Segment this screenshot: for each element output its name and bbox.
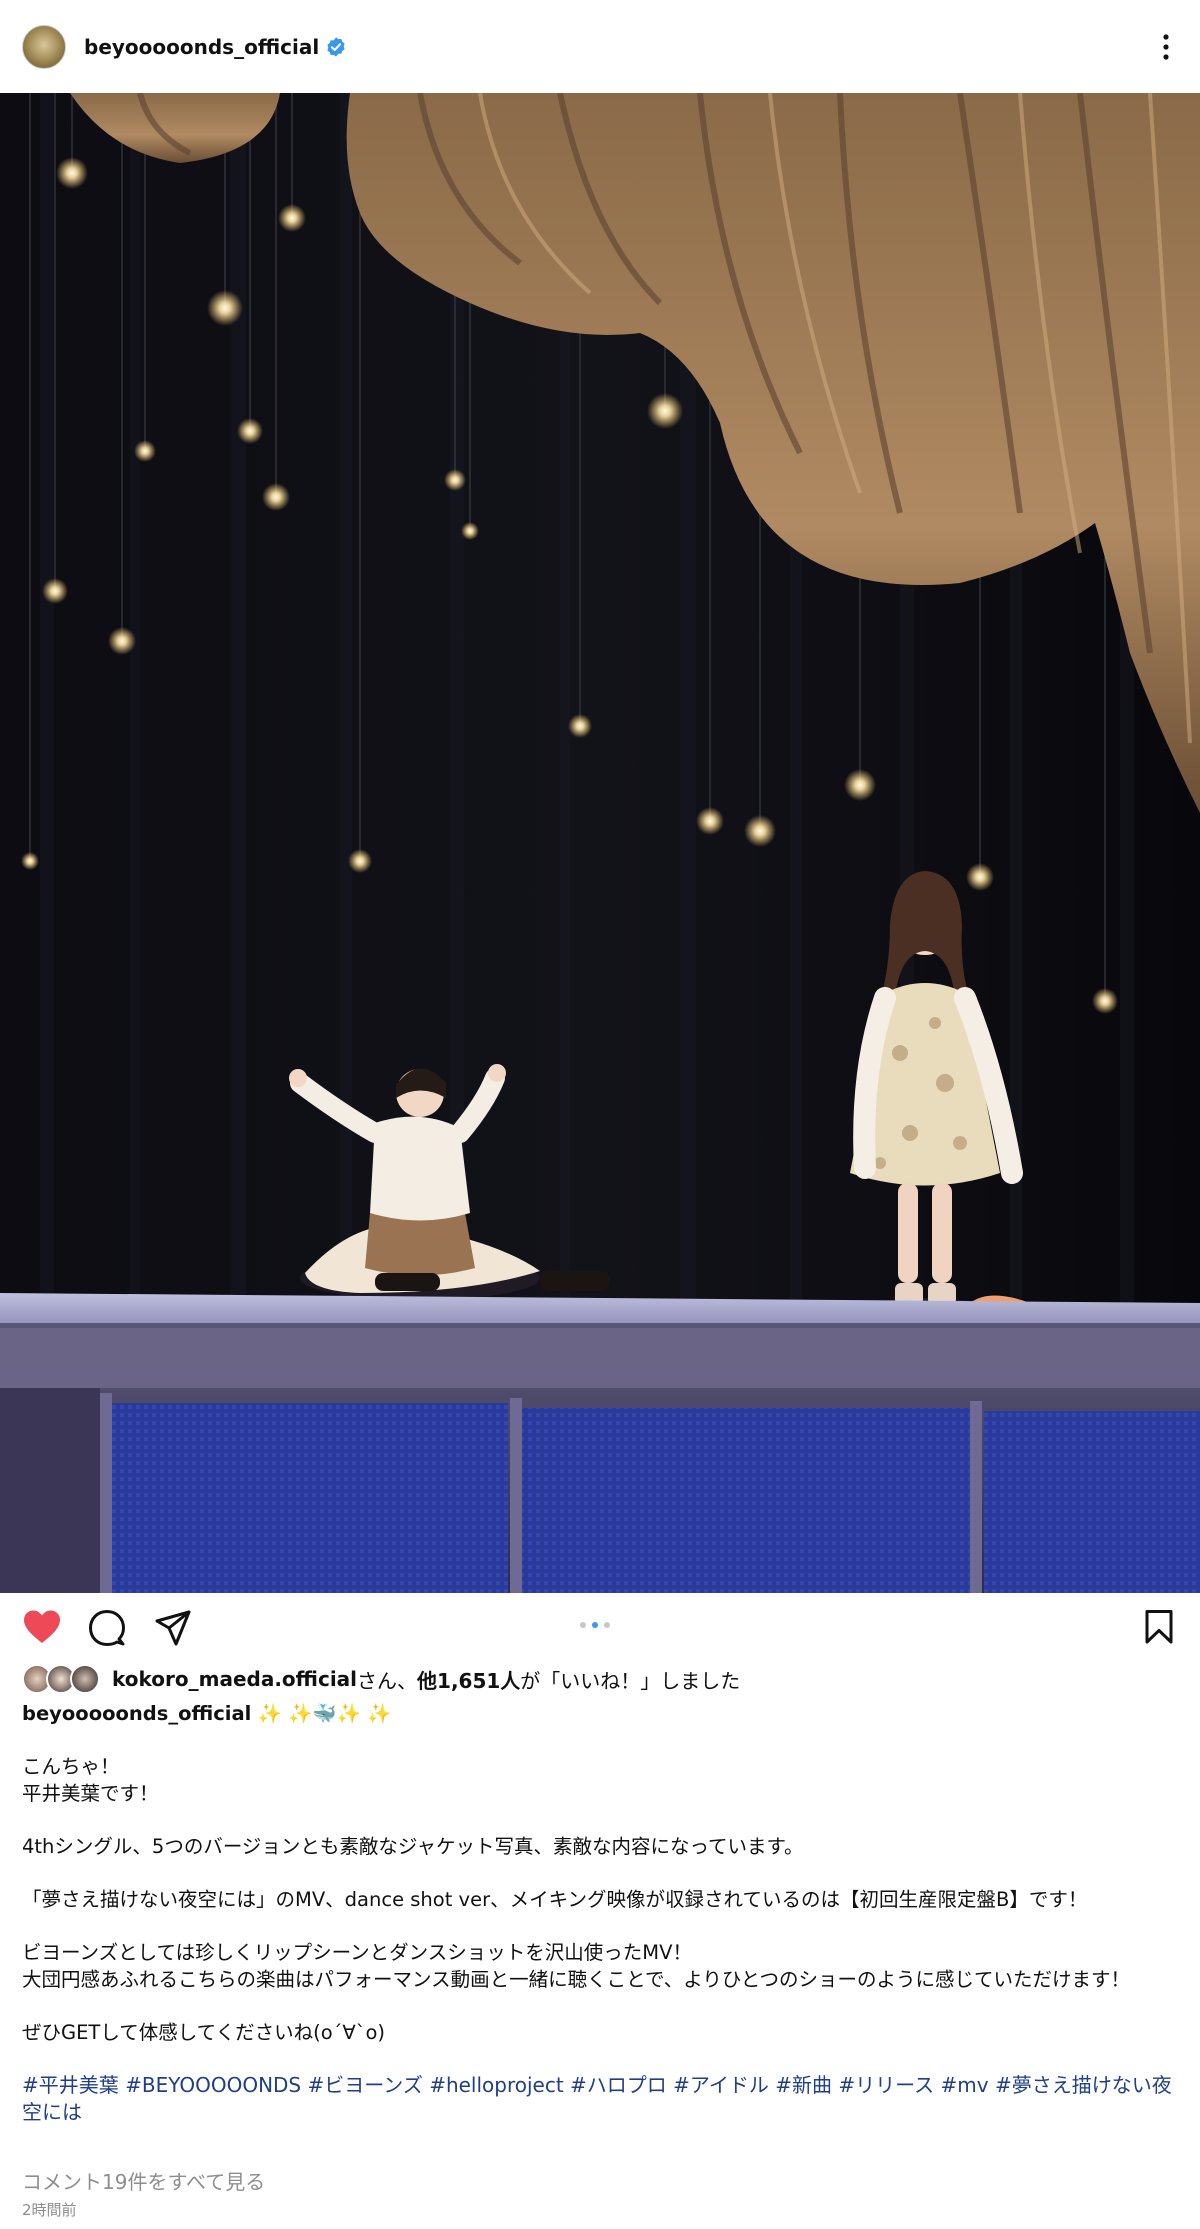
likes-summary[interactable]: kokoro_maeda.official さん、 他1,651人 が「いいね！… xyxy=(22,1664,740,1694)
save-bookmark-icon[interactable] xyxy=(1144,1609,1174,1645)
like-heart-icon[interactable] xyxy=(22,1609,62,1645)
caption-hashtags[interactable]: #平井美葉 #BEYOOOOONDS #ビヨーンズ #helloproject … xyxy=(22,2072,1182,2126)
stage-photo xyxy=(0,93,1200,1593)
verified-badge-icon xyxy=(327,36,345,57)
carousel-dot-active xyxy=(592,1622,598,1628)
likes-suffix-1: さん、 xyxy=(357,1668,418,1693)
first-liker-username[interactable]: kokoro_maeda.official xyxy=(112,1667,357,1691)
likes-suffix-2: が「いいね！」しました xyxy=(520,1668,741,1693)
post-header: beyooooonds_official xyxy=(0,0,1200,93)
carousel-dot xyxy=(604,1622,610,1628)
caption-emoji: ✨ ✨🐳✨ ✨ xyxy=(257,1702,392,1725)
post-timestamp: 2時間前 xyxy=(22,2201,77,2219)
caption-author[interactable]: beyooooonds_official xyxy=(22,1702,251,1725)
post-image[interactable] xyxy=(0,93,1200,1593)
view-all-comments-link[interactable]: コメント19件をすべて見る xyxy=(22,2166,265,2195)
profile-avatar[interactable] xyxy=(22,24,66,69)
caption-paragraph: こんちゃ！ 平井美葉です！ xyxy=(22,1755,159,1805)
liker-avatars xyxy=(22,1664,100,1694)
likes-count[interactable]: 他1,651人 xyxy=(417,1665,520,1694)
comment-icon[interactable] xyxy=(88,1609,126,1647)
action-bar xyxy=(0,1593,1200,1663)
username[interactable]: beyooooonds_official xyxy=(84,35,319,59)
caption-paragraph: 「夢さえ描けない夜空には」のMV、dance shot ver、メイキング映像が… xyxy=(22,1888,1088,1911)
caption-paragraph: ビヨーンズとしては珍しくリップシーンとダンスショットを沢山使ったMV！ 大団円感… xyxy=(22,1941,1130,1991)
liker-avatar xyxy=(70,1664,100,1694)
share-icon[interactable] xyxy=(154,1609,192,1647)
caption-paragraph: 4thシングル、5つのバージョンとも素敵なジャケット写真、素敵な内容になっていま… xyxy=(22,1835,804,1858)
caption-paragraph: ぜひGETして体感してくださいね(o´∀`o) xyxy=(22,2021,386,2044)
more-options-icon[interactable] xyxy=(1158,30,1174,64)
carousel-indicator xyxy=(580,1622,610,1628)
carousel-dot xyxy=(580,1622,586,1628)
post-caption: beyooooonds_official ✨ ✨🐳✨ ✨ こんちゃ！ 平井美葉で… xyxy=(22,1700,1182,2126)
